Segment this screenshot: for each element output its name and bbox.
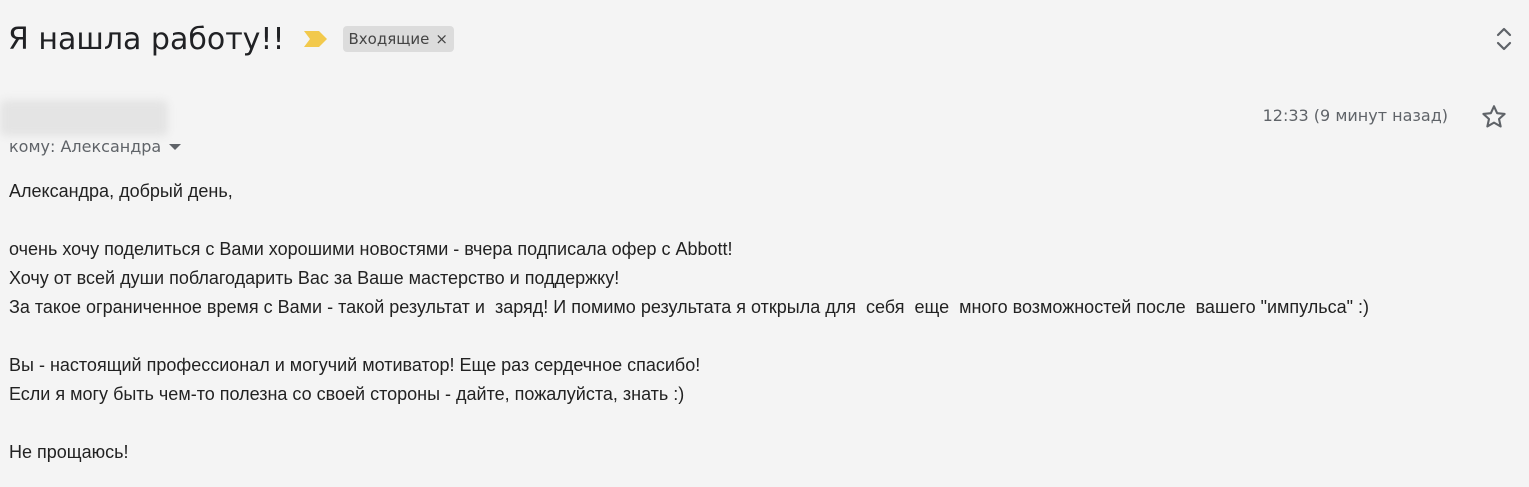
chevron-down-icon[interactable] <box>169 143 182 150</box>
body-line: Александра, добрый день, <box>9 181 233 201</box>
body-line: За такое ограниченное время с Вами - так… <box>9 297 1370 317</box>
subject-row: Я нашла работу!! Входящие × <box>8 14 454 64</box>
body-line <box>9 206 1519 235</box>
body-line: Хочу от всей души поблагодарить Вас за В… <box>9 268 620 288</box>
recipient-text: кому: Александра <box>9 137 162 156</box>
sender-name-redacted <box>0 100 168 136</box>
importance-marker-icon[interactable] <box>303 29 329 49</box>
email-subject: Я нашла работу!! <box>8 21 285 57</box>
inbox-label-text: Входящие <box>348 30 430 48</box>
body-line <box>9 322 1519 351</box>
message-timestamp: 12:33 (9 минут назад) <box>1262 106 1448 125</box>
message-body: Александра, добрый день, очень хочу поде… <box>9 177 1519 467</box>
body-line: Не прощаюсь! <box>9 442 129 462</box>
body-line: Вы - настоящий профессионал и могучий мо… <box>9 355 701 375</box>
inbox-label-chip[interactable]: Входящие × <box>342 26 454 52</box>
recipient-row: кому: Александра <box>9 137 182 156</box>
body-line: очень хочу поделиться с Вами хорошими но… <box>9 239 733 259</box>
body-line <box>9 409 1519 438</box>
unfold-icon[interactable] <box>1490 22 1518 56</box>
star-icon[interactable] <box>1480 103 1508 131</box>
body-line: Если я могу быть чем-то полезна со своей… <box>9 384 685 404</box>
remove-label-button[interactable]: × <box>435 31 448 47</box>
